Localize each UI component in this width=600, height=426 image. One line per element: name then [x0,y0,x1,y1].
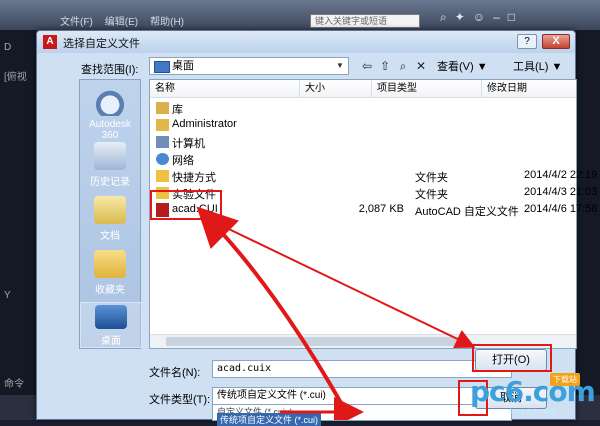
place-label: 桌面 [101,336,121,347]
filename-label: 文件名(N): [149,367,201,379]
column-header-date[interactable]: 修改日期 [482,80,576,98]
place-label: 历史记录 [90,177,130,188]
documents-icon [94,196,126,224]
column-header-type[interactable]: 项目类型 [372,80,482,98]
view-label: 查看(V) [437,61,474,73]
watermark-badge: 下载站 [550,373,580,386]
highlight-acad-cui [150,190,222,220]
autocad-window-controls: ⌕ ✦ ☺ – □ [440,10,590,28]
cloud-icon [94,88,126,116]
tools-label: 工具(L) [513,61,549,73]
up-folder-icon[interactable]: ⇧ [377,58,393,74]
list-item[interactable]: 网络 [150,151,576,167]
folder-icon [156,170,169,182]
tools-menu[interactable]: 工具(L) ▼ [513,58,562,74]
history-icon [94,142,126,170]
filename-input[interactable]: acad.cuix [212,360,512,378]
list-item[interactable]: 计算机 [150,134,576,150]
menu-file[interactable]: 文件(F) [60,13,93,28]
user-folder-icon [156,119,169,131]
help-button[interactable]: ? [517,34,537,49]
computer-icon [156,136,169,148]
place-favorites[interactable]: 收藏夹 [80,250,140,296]
command-line-label: 命令 [4,379,24,390]
delete-icon[interactable]: ✕ [413,58,429,74]
pc6-watermark-logo: pc6.com 下载站 中国安全的下载站 [470,373,596,417]
lookin-label: 查找范围(I): [81,64,139,76]
scrollbar-thumb[interactable] [166,337,466,346]
viewport-label: [俯视 [4,72,27,83]
dialog-title: 选择自定义文件 [63,38,140,50]
place-label: 收藏夹 [95,285,125,296]
autocad-logo-icon: A [43,35,57,49]
highlight-open-button [472,344,552,372]
favorites-folder-icon [94,250,126,278]
autocad-drawing-area: D [俯视 Y 命令 [0,30,36,420]
desktop-icon [154,61,170,73]
menu-edit[interactable]: 编辑(E) [105,13,138,28]
network-icon [156,153,169,165]
close-button[interactable]: X [542,34,570,49]
user-icon[interactable]: ☺ [473,10,485,28]
filetype-label: 文件类型(T): [149,394,211,406]
exchange-icon[interactable]: ✦ [455,10,465,28]
place-desktop[interactable]: 桌面 [80,302,142,348]
menu-help[interactable]: 帮助(H) [150,13,184,28]
list-item[interactable]: Administrator [150,117,576,133]
autocad-right-edge [575,30,600,420]
search-web-icon[interactable]: ⌕ [395,58,411,74]
library-icon [156,102,169,114]
minimize-icon[interactable]: – [493,10,500,28]
lookin-combo[interactable]: 桌面 ▼ [149,57,349,75]
chevron-down-icon: ▼ [336,61,344,70]
ucs-y-label: Y [4,290,11,301]
search-icon[interactable]: ⌕ [440,10,447,28]
view-menu[interactable]: 查看(V) ▼ [437,58,488,74]
column-header-size[interactable]: 大小 [300,80,372,98]
watermark-subtitle: 中国安全的下载站 [508,410,557,416]
list-item[interactable]: 库 [150,100,576,116]
autocad-search-input[interactable]: 键入关键字或短语 [310,14,420,28]
maximize-icon[interactable]: □ [508,10,515,28]
autocad-menu: 文件(F) 编辑(E) 帮助(H) [60,12,280,28]
place-history[interactable]: 历史记录 [80,142,140,188]
place-label: Autodesk 360 [89,119,131,141]
desktop-icon [95,305,127,329]
column-header-name[interactable]: 名称 [150,80,300,98]
place-label: 文档 [100,231,120,242]
place-autodesk-360[interactable]: Autodesk 360 [80,88,140,141]
back-icon[interactable]: ⇦ [359,58,375,74]
drawing-tab-label: D [4,42,12,53]
places-bar: Autodesk 360 历史记录 文档 收藏夹 桌面 [79,79,142,349]
list-item[interactable]: 快捷方式 文件夹 2014/4/2 22:19 [150,168,597,184]
place-documents[interactable]: 文档 [80,196,140,242]
lookin-value: 桌面 [172,60,194,72]
